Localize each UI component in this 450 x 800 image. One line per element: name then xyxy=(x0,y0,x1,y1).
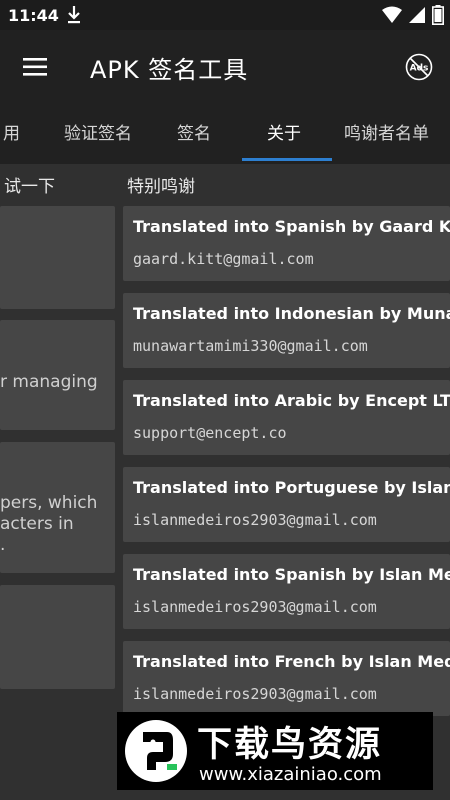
credit-title: Translated into Spanish by Gaard Kitt xyxy=(133,217,450,236)
bird-logo-icon xyxy=(125,720,187,782)
credit-title: Translated into Arabic by Encept LTD xyxy=(133,391,450,410)
watermark-brand: 下载鸟资源 xyxy=(197,725,383,765)
status-time: 11:44 xyxy=(8,6,59,25)
watermark-banner: 下载鸟资源 www.xiazainiao.com xyxy=(117,712,433,790)
signal-icon xyxy=(409,7,425,23)
status-bar: 11:44 xyxy=(0,0,450,30)
left-card[interactable]: pers, which acters in . xyxy=(0,442,115,573)
credit-email: islanmedeiros2903@gmail.com xyxy=(133,598,377,616)
left-card-text: pers, which xyxy=(0,493,98,513)
left-card[interactable]: r managing xyxy=(0,320,115,430)
credit-email: islanmedeiros2903@gmail.com xyxy=(133,685,377,703)
credit-card[interactable]: Translated into Indonesian by Munawar mu… xyxy=(123,293,450,368)
menu-icon[interactable] xyxy=(20,52,50,82)
credit-card[interactable]: Translated into French by Islan Medeiros… xyxy=(123,641,450,716)
credit-title: Translated into Indonesian by Munawar xyxy=(133,304,450,323)
credit-email: munawartamimi330@gmail.com xyxy=(133,337,368,355)
battery-icon xyxy=(432,5,444,25)
download-icon xyxy=(68,6,80,24)
no-ads-icon[interactable]: Ads xyxy=(404,52,434,82)
credits-header: 特别鸣谢 xyxy=(127,177,195,197)
left-card[interactable] xyxy=(0,206,115,309)
tab-credits[interactable]: 鸣谢者名单 xyxy=(344,104,429,164)
tab-sign[interactable]: 签名 xyxy=(177,104,211,164)
credit-card[interactable]: Translated into Arabic by Encept LTD sup… xyxy=(123,380,450,455)
tab-about[interactable]: 关于 xyxy=(267,104,301,164)
left-card-text: . xyxy=(0,535,6,555)
watermark-url: www.xiazainiao.com xyxy=(199,764,382,785)
left-card-text: r managing xyxy=(0,372,98,392)
credit-card[interactable]: Translated into Spanish by Islan Medeiro… xyxy=(123,554,450,629)
left-card-text: acters in xyxy=(0,514,74,534)
credit-card[interactable]: Translated into Portuguese by Islan Med … xyxy=(123,467,450,542)
credit-email: gaard.kitt@gmail.com xyxy=(133,250,314,268)
wifi-icon xyxy=(382,6,402,23)
left-card[interactable] xyxy=(0,585,115,689)
tab-indicator xyxy=(242,158,332,161)
app-title: APK 签名工具 xyxy=(90,56,249,84)
credit-title: Translated into French by Islan Medeiros xyxy=(133,652,450,671)
credit-email: islanmedeiros2903@gmail.com xyxy=(133,511,377,529)
credit-title: Translated into Portuguese by Islan Med xyxy=(133,478,450,497)
credit-email: support@encept.co xyxy=(133,424,287,442)
left-section-header: 试一下 xyxy=(4,177,55,197)
credit-card[interactable]: Translated into Spanish by Gaard Kitt ga… xyxy=(123,206,450,281)
tab-verify-signature[interactable]: 验证签名 xyxy=(64,104,132,164)
ads-label: Ads xyxy=(410,64,429,74)
app-bar: APK 签名工具 Ads xyxy=(0,30,450,104)
tab-partial[interactable]: 用 xyxy=(3,104,20,164)
credit-title: Translated into Spanish by Islan Medeiro xyxy=(133,565,450,584)
tab-bar: 用 验证签名 签名 关于 鸣谢者名单 xyxy=(0,104,450,164)
